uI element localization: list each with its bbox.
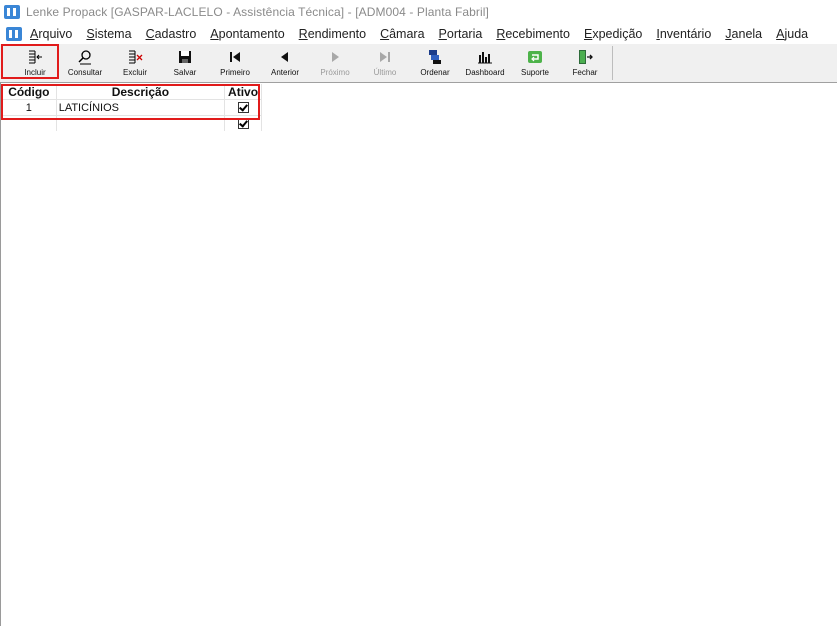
anterior-icon bbox=[277, 49, 293, 65]
grid-header-row: Código Descrição Ativo bbox=[2, 84, 262, 100]
header-codigo[interactable]: Código bbox=[2, 84, 57, 100]
suporte-icon bbox=[527, 49, 543, 65]
excluir-button[interactable]: Excluir bbox=[111, 46, 159, 80]
consultar-button[interactable]: Consultar bbox=[61, 46, 109, 80]
app-icon bbox=[4, 5, 20, 19]
menu-rendimento[interactable]: Rendimento bbox=[299, 27, 366, 41]
menu-expedicao[interactable]: Expedição bbox=[584, 27, 642, 41]
menu-apontamento[interactable]: Apontamento bbox=[210, 27, 284, 41]
header-descricao[interactable]: Descrição bbox=[56, 84, 226, 100]
consultar-icon bbox=[77, 49, 93, 65]
proximo-icon bbox=[327, 49, 343, 65]
fechar-button[interactable]: Fechar bbox=[561, 46, 609, 80]
primeiro-icon bbox=[227, 49, 243, 65]
menu-inventario[interactable]: Inventário bbox=[656, 27, 711, 41]
ultimo-icon bbox=[377, 49, 393, 65]
fechar-icon bbox=[577, 49, 593, 65]
table-row[interactable] bbox=[2, 115, 262, 131]
toolbar-separator bbox=[612, 46, 613, 80]
content-left-border bbox=[0, 82, 1, 626]
dashboard-icon bbox=[477, 49, 493, 65]
ultimo-button[interactable]: Último bbox=[361, 46, 409, 80]
menu-sistema[interactable]: Sistema bbox=[86, 27, 131, 41]
salvar-button[interactable]: Salvar bbox=[161, 46, 209, 80]
menu-bar: Arquivo Sistema Cadastro Apontamento Ren… bbox=[0, 24, 837, 44]
dashboard-button[interactable]: Dashboard bbox=[461, 46, 509, 80]
ordenar-button[interactable]: Ordenar bbox=[411, 46, 459, 80]
menu-janela[interactable]: Janela bbox=[725, 27, 762, 41]
table-row[interactable]: 1 LATICÍNIOS bbox=[2, 99, 262, 116]
toolbar: Incluir Consultar Excluir Salvar Primeir… bbox=[0, 44, 837, 83]
excluir-icon bbox=[127, 49, 143, 65]
cell-descricao[interactable]: LATICÍNIOS bbox=[56, 99, 226, 116]
window-title: Lenke Propack [GASPAR-LACLELO - Assistên… bbox=[26, 5, 489, 19]
title-bar: Lenke Propack [GASPAR-LACLELO - Assistên… bbox=[0, 0, 837, 24]
anterior-button[interactable]: Anterior bbox=[261, 46, 309, 80]
menu-ajuda[interactable]: Ajuda bbox=[776, 27, 808, 41]
cell-codigo[interactable] bbox=[2, 115, 57, 131]
menu-portaria[interactable]: Portaria bbox=[439, 27, 483, 41]
cell-codigo[interactable]: 1 bbox=[2, 99, 57, 116]
data-grid: Código Descrição Ativo 1 LATICÍNIOS bbox=[2, 84, 262, 136]
menu-arquivo[interactable]: Arquivo bbox=[30, 27, 72, 41]
header-ativo[interactable]: Ativo bbox=[224, 84, 262, 100]
incluir-icon bbox=[27, 49, 43, 65]
incluir-button[interactable]: Incluir bbox=[11, 46, 59, 80]
cell-ativo[interactable] bbox=[224, 115, 262, 131]
ordenar-icon bbox=[427, 49, 443, 65]
checkbox-icon[interactable] bbox=[237, 102, 249, 114]
proximo-button[interactable]: Próximo bbox=[311, 46, 359, 80]
menu-recebimento[interactable]: Recebimento bbox=[496, 27, 570, 41]
app-icon[interactable] bbox=[6, 27, 22, 41]
suporte-button[interactable]: Suporte bbox=[511, 46, 559, 80]
primeiro-button[interactable]: Primeiro bbox=[211, 46, 259, 80]
salvar-icon bbox=[177, 49, 193, 65]
cell-descricao[interactable] bbox=[56, 115, 226, 131]
menu-cadastro[interactable]: Cadastro bbox=[146, 27, 197, 41]
menu-camara[interactable]: Câmara bbox=[380, 27, 424, 41]
cell-ativo[interactable] bbox=[224, 99, 262, 116]
checkbox-icon[interactable] bbox=[237, 118, 249, 130]
